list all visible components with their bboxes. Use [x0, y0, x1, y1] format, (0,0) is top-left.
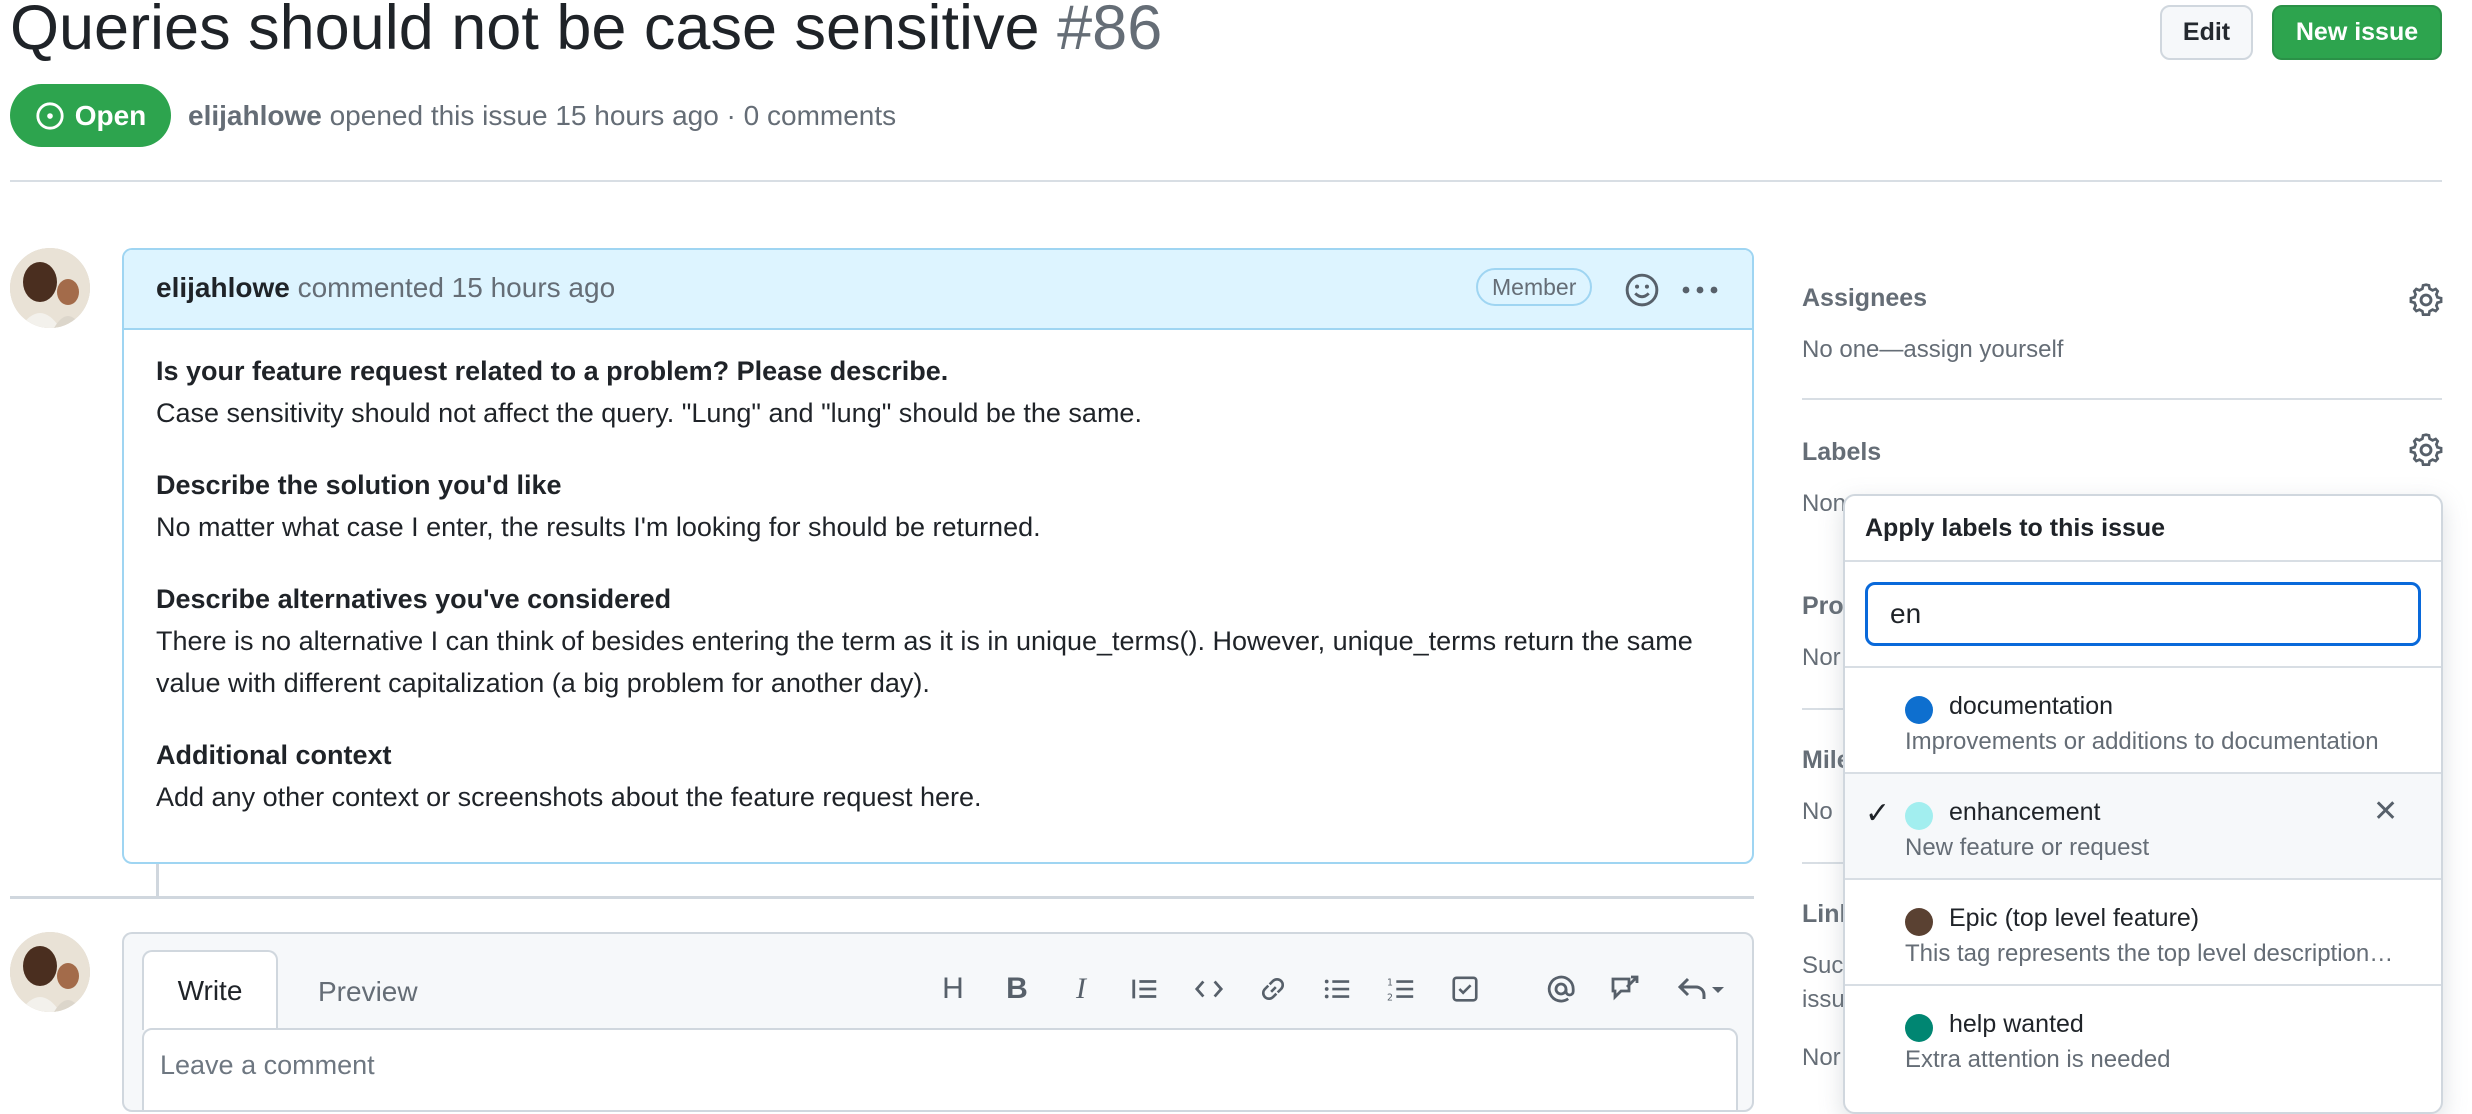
- reply-icon[interactable]: [1672, 968, 1732, 1010]
- labels-dropdown: Apply labels to this issue en documentat…: [1843, 494, 2443, 1114]
- avatar-image: [10, 932, 90, 1012]
- label-description: Improvements or additions to documentati…: [1905, 728, 2379, 755]
- comment-placeholder: Leave a comment: [160, 1050, 375, 1080]
- issue-comment: elijahlowe commented 15 hours ago Member…: [122, 248, 1754, 864]
- cross-reference-icon[interactable]: [1604, 968, 1646, 1010]
- linked-text: Suc: [1802, 952, 1844, 979]
- numbered-list-icon[interactable]: 12: [1380, 968, 1422, 1010]
- labels-menu-title: Apply labels to this issue: [1865, 514, 2166, 542]
- svg-text:2: 2: [1387, 992, 1393, 1003]
- comment-body: Is your feature request related to a pro…: [156, 350, 1722, 848]
- section-heading: Describe alternatives you've considered: [156, 584, 672, 614]
- comment-section: Describe alternatives you've considered T…: [156, 578, 1722, 704]
- linked-text: issu: [1802, 986, 1845, 1013]
- milestone-value: No: [1802, 798, 1833, 825]
- sidebar-divider: [1802, 398, 2442, 400]
- projects-heading: Pro: [1802, 592, 1844, 620]
- gear-icon[interactable]: [2408, 432, 2444, 468]
- linked-value: Nor: [1802, 1044, 1841, 1071]
- timeline-line: [156, 864, 159, 899]
- comment-timestamp[interactable]: commented 15 hours ago: [298, 272, 616, 303]
- italic-icon[interactable]: I: [1060, 968, 1102, 1010]
- task-list-icon[interactable]: [1444, 968, 1486, 1010]
- gear-icon[interactable]: [2408, 282, 2444, 318]
- label-color-dot: [1905, 908, 1933, 936]
- avatar-image: [10, 248, 90, 328]
- section-text: No matter what case I enter, the results…: [156, 512, 1041, 542]
- issue-meta: elijahlowe opened this issue 15 hours ag…: [188, 100, 896, 132]
- issue-meta-text: opened this issue 15 hours ago · 0 comme…: [329, 100, 897, 131]
- tab-preview[interactable]: Preview: [318, 976, 418, 1008]
- heading-icon[interactable]: H: [932, 968, 974, 1010]
- label-option-help-wanted[interactable]: help wanted Extra attention is needed: [1845, 986, 2441, 1090]
- timeline-divider: [10, 896, 1754, 899]
- labels-heading: Labels: [1802, 438, 1882, 466]
- section-text: Case sensitivity should not affect the q…: [156, 398, 1142, 428]
- label-name: Epic (top level feature): [1949, 904, 2200, 932]
- tab-write[interactable]: Write: [142, 950, 278, 1030]
- section-text: Add any other context or screenshots abo…: [156, 782, 982, 812]
- label-name: enhancement: [1949, 798, 2101, 826]
- edit-button[interactable]: Edit: [2160, 5, 2253, 60]
- label-option-enhancement[interactable]: ✓ enhancement New feature or request ✕: [1845, 774, 2441, 878]
- mention-icon[interactable]: [1540, 968, 1582, 1010]
- section-heading: Describe the solution you'd like: [156, 470, 562, 500]
- member-badge: Member: [1476, 268, 1593, 306]
- label-description: This tag represents the top level descri…: [1905, 940, 2394, 967]
- label-color-dot: [1905, 1014, 1933, 1042]
- comment-author-line: elijahlowe commented 15 hours ago: [156, 272, 615, 304]
- comment-header: elijahlowe commented 15 hours ago Member: [124, 250, 1752, 330]
- label-color-dot: [1905, 802, 1933, 830]
- label-description: Extra attention is needed: [1905, 1046, 2171, 1073]
- issue-opened-icon: [36, 101, 64, 130]
- status-badge: Open: [10, 84, 171, 147]
- svg-text:1: 1: [1387, 977, 1393, 988]
- comment-section: Additional context Add any other context …: [156, 734, 1722, 818]
- issue-number: #86: [1057, 0, 1163, 63]
- section-heading: Is your feature request related to a pro…: [156, 356, 949, 386]
- label-name: documentation: [1949, 692, 2114, 720]
- comment-section: Describe the solution you'd like No matte…: [156, 464, 1722, 548]
- header-divider: [10, 180, 2442, 182]
- label-color-dot: [1905, 696, 1933, 724]
- section-text: There is no alternative I can think of b…: [156, 626, 1693, 698]
- label-option-documentation[interactable]: documentation Improvements or additions …: [1845, 668, 2441, 772]
- label-description: New feature or request: [1905, 834, 2150, 861]
- code-icon[interactable]: [1188, 968, 1230, 1010]
- new-issue-button[interactable]: New issue: [2272, 5, 2442, 60]
- quote-icon[interactable]: [1124, 968, 1166, 1010]
- assignees-heading: Assignees: [1802, 284, 1928, 312]
- section-heading: Additional context: [156, 740, 392, 770]
- link-icon[interactable]: [1252, 968, 1294, 1010]
- close-icon[interactable]: ✕: [2373, 794, 2398, 829]
- projects-value: Nor: [1802, 644, 1841, 671]
- comment-editor: Write Preview H B I 12 Leave a comment: [122, 932, 1754, 1112]
- bold-icon[interactable]: B: [996, 968, 1038, 1010]
- issue-author-link[interactable]: elijahlowe: [188, 100, 322, 131]
- labels-value: Non: [1802, 490, 1847, 517]
- issue-title-text: Queries should not be case sensitive: [10, 0, 1040, 63]
- menu-divider: [1845, 560, 2441, 562]
- issue-title: Queries should not be case sensitive #86: [10, 0, 1162, 68]
- label-option-epic[interactable]: Epic (top level feature) This tag repres…: [1845, 880, 2441, 984]
- assignees-value[interactable]: No one—assign yourself: [1802, 336, 2063, 364]
- comment-author-link[interactable]: elijahlowe: [156, 272, 290, 303]
- label-filter-input[interactable]: en: [1865, 582, 2421, 646]
- bulleted-list-icon[interactable]: [1316, 968, 1358, 1010]
- smiley-icon[interactable]: [1624, 272, 1660, 308]
- kebab-menu-icon[interactable]: [1680, 272, 1720, 308]
- linked-heading: Linl: [1802, 900, 1847, 928]
- check-icon: ✓: [1865, 797, 1891, 830]
- status-label: Open: [74, 99, 147, 131]
- avatar[interactable]: [10, 248, 90, 328]
- comment-section: Is your feature request related to a pro…: [156, 350, 1722, 434]
- label-name: help wanted: [1949, 1010, 2084, 1038]
- comment-textarea[interactable]: Leave a comment: [142, 1028, 1738, 1110]
- avatar[interactable]: [10, 932, 90, 1012]
